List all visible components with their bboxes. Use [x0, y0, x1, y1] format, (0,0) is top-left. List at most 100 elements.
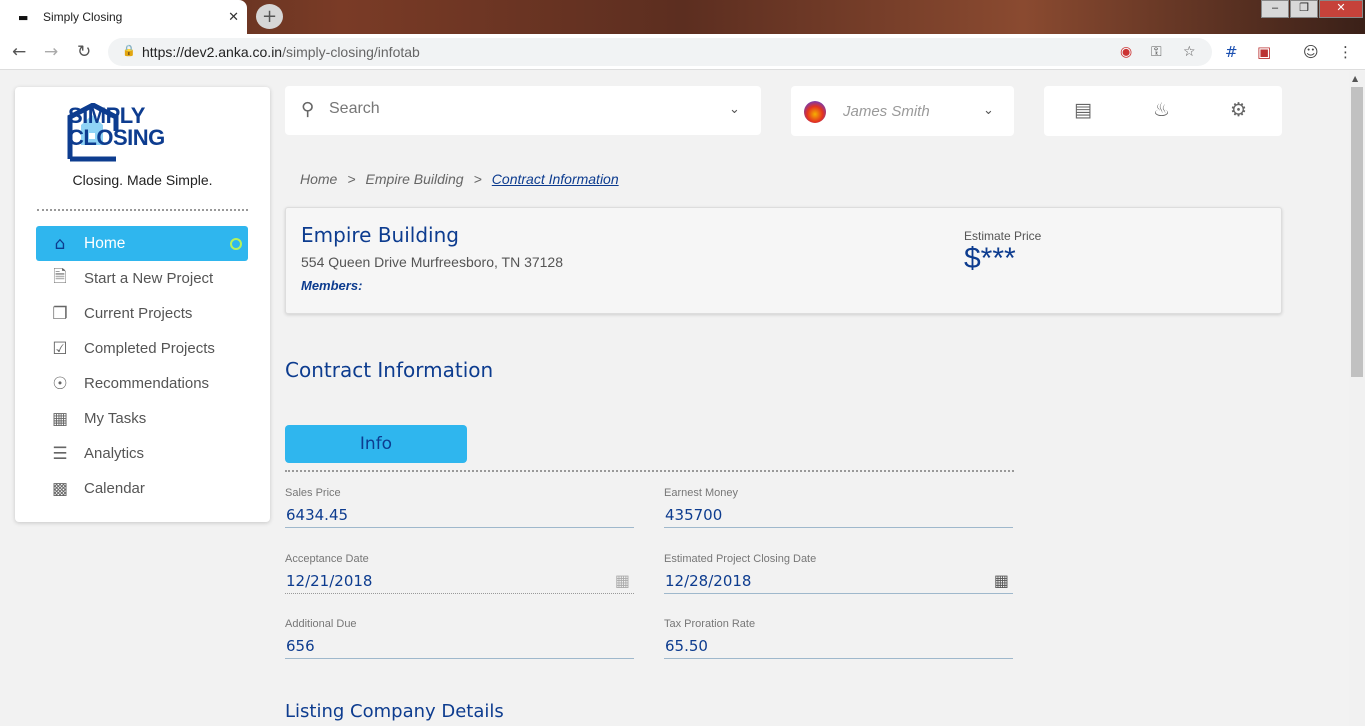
window-controls: – ❐ ✕ [1260, 0, 1363, 18]
user-name: James Smith [843, 103, 930, 120]
closing-date-field: Estimated Project Closing Date ▦ [664, 553, 1013, 613]
header-actions: ▤ ♨ ⚙ [1044, 86, 1282, 136]
award-icon: ☉ [52, 373, 68, 394]
field-label: Estimated Project Closing Date [664, 553, 817, 565]
earnest-money-field: Earnest Money [664, 487, 1013, 547]
gear-icon[interactable]: ⚙ [1230, 99, 1247, 121]
url-path: /simply-closing/infotab [282, 44, 420, 60]
scroll-up-icon[interactable]: ▲ [1352, 74, 1358, 83]
browser-tab[interactable]: ▬ Simply Closing ✕ [0, 0, 247, 34]
field-label: Tax Proration Rate [664, 618, 756, 630]
browser-tabstrip: ▬ Simply Closing ✕ + – ❐ ✕ [0, 0, 1365, 34]
project-title: Empire Building [301, 223, 459, 247]
acceptance-date-input[interactable] [285, 568, 634, 594]
tax-proration-field: Tax Proration Rate [664, 618, 1013, 678]
brand-tagline: Closing. Made Simple. [72, 172, 213, 188]
sidebar-item-recommendations[interactable]: ☉ Recommendations [36, 366, 248, 401]
additional-due-field: Additional Due [285, 618, 634, 678]
calendar-icon[interactable]: ▦ [615, 571, 630, 590]
reload-icon[interactable]: ↻ [77, 42, 91, 62]
back-icon[interactable]: ← [12, 42, 26, 62]
sales-price-input[interactable] [285, 502, 634, 528]
additional-due-input[interactable] [285, 633, 634, 659]
menu-kebab-icon[interactable]: ⋮ [1338, 43, 1353, 61]
chat-icon[interactable]: ▤ [1074, 99, 1092, 121]
sidebar-item-label: Calendar [84, 480, 145, 497]
extension-grid-icon[interactable]: # [1225, 43, 1238, 61]
sidebar-item-label: Current Projects [84, 305, 193, 322]
chevron-down-icon[interactable]: ⌄ [729, 102, 740, 117]
blocked-icon[interactable]: ◉ [1120, 44, 1132, 60]
sidebar-item-start-new-project[interactable]: 🗎 Start a New Project [36, 261, 248, 296]
sidebar-divider [37, 209, 248, 211]
field-label: Acceptance Date [285, 553, 369, 565]
home-icon: ⌂ [54, 233, 66, 254]
new-tab-button[interactable]: + [256, 4, 283, 29]
tab-info[interactable]: Info [285, 425, 467, 463]
sidebar-item-label: Home [84, 234, 126, 252]
field-label: Additional Due [285, 618, 357, 630]
section-title-listing: Listing Company Details [285, 701, 504, 722]
sidebar-item-my-tasks[interactable]: ▦ My Tasks [36, 401, 248, 436]
star-icon[interactable]: ☆ [1183, 44, 1196, 60]
sidebar-item-current-projects[interactable]: ❐ Current Projects [36, 296, 248, 331]
page-scrollbar[interactable]: ▲ [1349, 71, 1365, 726]
bell-icon[interactable]: ♨ [1153, 99, 1170, 121]
url-host: https://dev2.anka.co.in [142, 44, 283, 60]
close-window-button[interactable]: ✕ [1319, 0, 1363, 18]
chevron-down-icon[interactable]: ⌄ [983, 103, 994, 118]
project-address: 554 Queen Drive Murfreesboro, TN 37128 [301, 254, 563, 270]
closing-date-input[interactable] [664, 568, 1013, 594]
brand-wordmark: SIMPLY CLOSING [68, 105, 165, 149]
browser-toolbar: ← → ↻ 🔒 https://dev2.anka.co.in/simply-c… [0, 34, 1365, 70]
avatar [804, 101, 826, 123]
scrollbar-thumb[interactable] [1351, 87, 1363, 377]
sidebar-item-label: Recommendations [84, 375, 210, 392]
project-summary-card: Empire Building 554 Queen Drive Murfrees… [285, 207, 1282, 314]
profile-icon[interactable]: ☺ [1303, 43, 1319, 61]
calendar-icon[interactable]: ▦ [994, 571, 1009, 590]
field-label: Earnest Money [664, 487, 738, 499]
list-icon: ☰ [52, 443, 68, 464]
forward-icon[interactable]: → [44, 42, 58, 62]
breadcrumb: Home > Empire Building > Contract Inform… [300, 171, 619, 187]
lock-icon: 🔒 [122, 44, 136, 57]
sidebar-item-home[interactable]: ⌂ Home [36, 226, 248, 261]
sidebar-item-completed-projects[interactable]: ☑ Completed Projects [36, 331, 248, 366]
minimize-button[interactable]: – [1261, 0, 1289, 18]
sales-price-field: Sales Price [285, 487, 634, 547]
tab-divider [285, 470, 1014, 472]
breadcrumb-separator: > [473, 171, 482, 187]
earnest-money-input[interactable] [664, 502, 1013, 528]
address-bar[interactable]: 🔒 https://dev2.anka.co.in/simply-closing… [108, 38, 1212, 66]
breadcrumb-separator: > [347, 171, 356, 187]
estimate-price-value: $*** [964, 242, 1016, 275]
breadcrumb-project[interactable]: Empire Building [366, 171, 464, 187]
breadcrumb-home[interactable]: Home [300, 171, 337, 187]
calendar-grid-icon: ▩ [51, 478, 69, 499]
search-bar: ⚲ ⌄ [285, 86, 761, 135]
user-menu[interactable]: James Smith ⌄ [791, 86, 1014, 136]
field-label: Sales Price [285, 487, 341, 499]
search-icon[interactable]: ⚲ [301, 99, 314, 120]
members-label: Members: [301, 278, 363, 293]
close-tab-icon[interactable]: ✕ [228, 10, 239, 25]
key-icon[interactable]: ⚿ [1151, 44, 1162, 60]
sidebar-item-calendar[interactable]: ▩ Calendar [36, 471, 248, 506]
files-icon: ❐ [52, 303, 68, 324]
acceptance-date-field: Acceptance Date ▦ [285, 553, 634, 613]
brand-line2: CLOSING [68, 125, 165, 150]
sidebar-item-label: Completed Projects [84, 340, 215, 357]
file-plus-icon: 🗎 [53, 267, 67, 287]
sidebar-item-analytics[interactable]: ☰ Analytics [36, 436, 248, 471]
brand-line1: SIMPLY [68, 103, 145, 128]
tab-title: Simply Closing [43, 10, 123, 24]
breadcrumb-current[interactable]: Contract Information [492, 171, 619, 187]
extension-doc-icon[interactable]: ▣ [1257, 43, 1271, 61]
search-input[interactable] [329, 100, 709, 118]
tax-proration-input[interactable] [664, 633, 1013, 659]
sidebar-item-label: My Tasks [84, 410, 147, 427]
section-title-contract: Contract Information [285, 358, 494, 382]
favicon-icon: ▬ [18, 10, 29, 24]
maximize-button[interactable]: ❐ [1290, 0, 1318, 18]
